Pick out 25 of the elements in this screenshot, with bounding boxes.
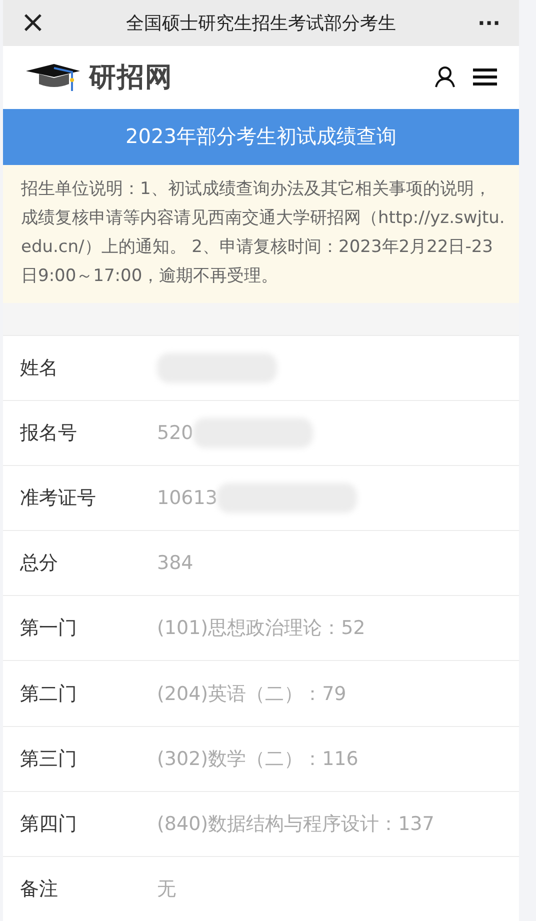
field-label: 总分: [19, 551, 59, 576]
field-value: 10613: [157, 487, 218, 510]
field-value: (840)数据结构与程序设计：137: [157, 812, 434, 837]
field-value: 无: [157, 876, 176, 902]
menu-icon[interactable]: [473, 68, 497, 86]
banner-title: 2023年部分考生初试成绩查询: [126, 123, 396, 150]
field-label: 备注: [19, 876, 59, 902]
field-label: 报名号: [19, 420, 78, 446]
field-label: 姓名: [19, 356, 59, 381]
field-value: 384: [157, 552, 194, 574]
field-label: 第四门: [19, 812, 78, 837]
site-logo-text: 研招网: [89, 61, 174, 96]
field-value: 520: [157, 422, 194, 444]
field-label: 第二门: [19, 682, 78, 707]
user-icon[interactable]: [435, 66, 455, 88]
field-label: 第一门: [19, 616, 78, 642]
field-label: 准考证号: [19, 486, 97, 512]
more-button[interactable]: ···: [459, 11, 519, 36]
field-label: 第三门: [19, 746, 78, 772]
field-value: (302)数学（二）：116: [157, 746, 358, 772]
field-value: (101)思想政治理论：52: [157, 616, 366, 642]
window-title: 全国硕士研究生招生考试部分考生: [125, 12, 397, 36]
notice-text: 招生单位说明：1、初试成绩查询办法及其它相关事项的说明，成绩复核申请等内容请见西南交通大学研招网（http://yz.swjtu.edu.cn/）上的通知。 2、申请复核时间：2023年2月22日-23日9:00～17:00，逾期不再受理。: [21, 178, 505, 288]
close-button[interactable]: ×: [3, 8, 63, 38]
field-value: (204)英语（二）：79: [157, 682, 346, 707]
